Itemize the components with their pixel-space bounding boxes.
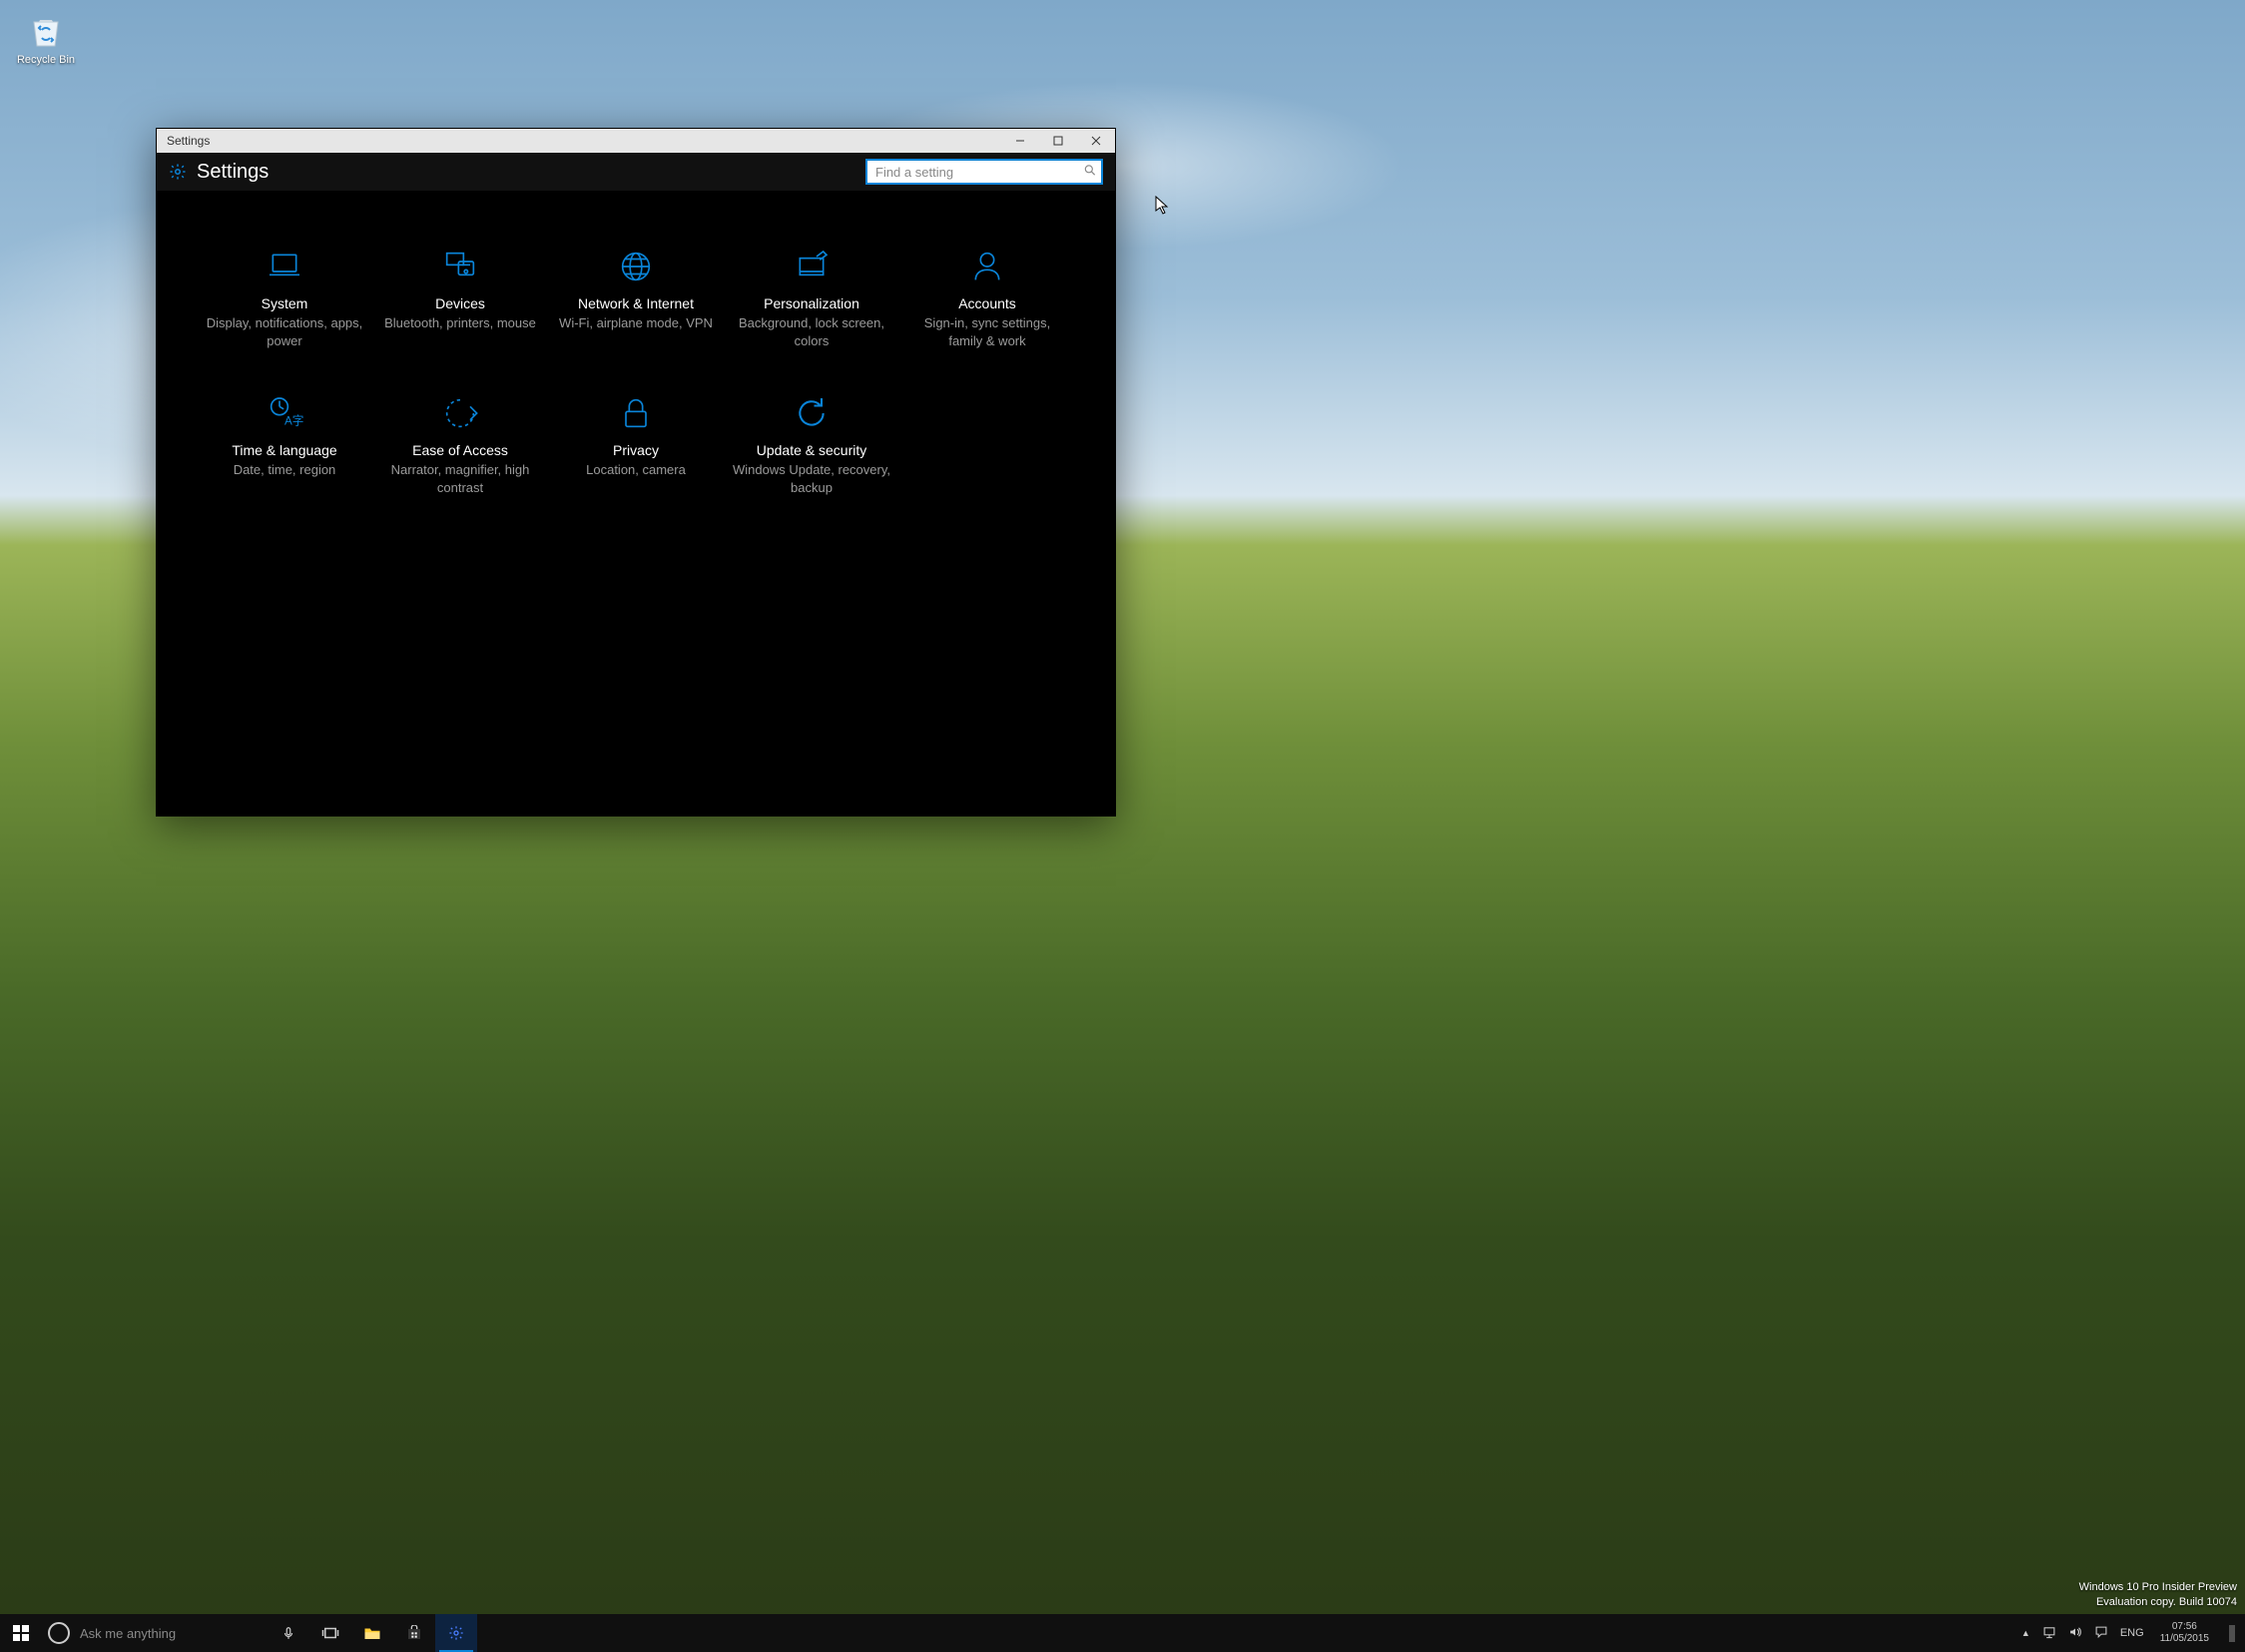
- laptop-icon: [205, 247, 364, 286]
- cortana-icon: [48, 1622, 70, 1644]
- gear-icon: [169, 163, 187, 181]
- category-personalization[interactable]: Personalization Background, lock screen,…: [732, 247, 891, 349]
- watermark-line2: Evaluation copy. Build 10074: [2079, 1595, 2237, 1610]
- settings-categories-grid: System Display, notifications, apps, pow…: [157, 191, 1115, 497]
- taskbar: Ask me anything ▲ E: [0, 1614, 2245, 1652]
- tray-volume-icon[interactable]: [2068, 1625, 2082, 1642]
- category-title: Network & Internet: [556, 294, 716, 312]
- category-desc: Display, notifications, apps, power: [205, 314, 364, 349]
- privacy-icon: [556, 393, 716, 433]
- mouse-cursor: [1155, 196, 1169, 216]
- taskbar-app-file-explorer[interactable]: [351, 1614, 393, 1652]
- clock-date: 11/05/2015: [2160, 1633, 2209, 1645]
- settings-window: Settings Settings: [156, 128, 1116, 817]
- devices-icon: [380, 247, 540, 286]
- category-desc: Date, time, region: [205, 461, 364, 479]
- desktop[interactable]: Recycle Bin Settings: [0, 0, 2245, 1652]
- category-title: System: [205, 294, 364, 312]
- category-network-internet[interactable]: Network & Internet Wi-Fi, airplane mode,…: [556, 247, 716, 349]
- category-system[interactable]: System Display, notifications, apps, pow…: [205, 247, 364, 349]
- start-button[interactable]: [0, 1614, 42, 1652]
- globe-icon: [556, 247, 716, 286]
- category-title: Time & language: [205, 441, 364, 459]
- category-title: Ease of Access: [380, 441, 540, 459]
- show-desktop-button[interactable]: [2229, 1625, 2235, 1642]
- desktop-icon-label: Recycle Bin: [12, 54, 80, 66]
- task-view-button[interactable]: [309, 1614, 351, 1652]
- category-desc: Background, lock screen, colors: [732, 314, 891, 349]
- cortana-mic-button[interactable]: [268, 1614, 309, 1652]
- category-title: Devices: [380, 294, 540, 312]
- category-accounts[interactable]: Accounts Sign-in, sync settings, family …: [907, 247, 1067, 349]
- category-desc: Windows Update, recovery, backup: [732, 461, 891, 496]
- category-time-language[interactable]: A字 Time & language Date, time, region: [205, 393, 364, 496]
- maximize-button[interactable]: [1039, 129, 1077, 153]
- watermark-line1: Windows 10 Pro Insider Preview: [2079, 1580, 2237, 1595]
- category-desc: Location, camera: [556, 461, 716, 479]
- minimize-button[interactable]: [1001, 129, 1039, 153]
- tray-show-hidden-icon[interactable]: ▲: [2021, 1628, 2030, 1638]
- settings-heading: Settings: [197, 161, 269, 184]
- category-privacy[interactable]: Privacy Location, camera: [556, 393, 716, 496]
- category-update-security[interactable]: Update & security Windows Update, recove…: [732, 393, 891, 496]
- accounts-icon: [907, 247, 1067, 286]
- settings-search-input[interactable]: [865, 159, 1103, 185]
- window-titlebar[interactable]: Settings: [157, 129, 1115, 153]
- ease-of-access-icon: [380, 393, 540, 433]
- search-icon: [1083, 164, 1097, 181]
- update-security-icon: [732, 393, 891, 433]
- tray-language-indicator[interactable]: ENG: [2120, 1627, 2144, 1639]
- category-desc: Wi-Fi, airplane mode, VPN: [556, 314, 716, 332]
- svg-text:A字: A字: [284, 414, 303, 428]
- settings-header: Settings: [157, 153, 1115, 191]
- category-ease-of-access[interactable]: Ease of Access Narrator, magnifier, high…: [380, 393, 540, 496]
- category-title: Personalization: [732, 294, 891, 312]
- category-desc: Sign-in, sync settings, family & work: [907, 314, 1067, 349]
- personalization-icon: [732, 247, 891, 286]
- category-desc: Narrator, magnifier, high contrast: [380, 461, 540, 496]
- category-desc: Bluetooth, printers, mouse: [380, 314, 540, 332]
- cortana-placeholder: Ask me anything: [80, 1626, 176, 1641]
- tray-action-center-icon[interactable]: [2094, 1625, 2108, 1642]
- window-title: Settings: [157, 134, 220, 148]
- category-title: Privacy: [556, 441, 716, 459]
- recycle-bin-icon: [12, 12, 80, 52]
- category-devices[interactable]: Devices Bluetooth, printers, mouse: [380, 247, 540, 349]
- category-title: Accounts: [907, 294, 1067, 312]
- tray-clock[interactable]: 07:56 11/05/2015: [2156, 1621, 2213, 1645]
- desktop-icon-recycle-bin[interactable]: Recycle Bin: [12, 12, 80, 66]
- taskbar-app-settings[interactable]: [435, 1614, 477, 1652]
- category-title: Update & security: [732, 441, 891, 459]
- tray-network-icon[interactable]: [2042, 1625, 2056, 1642]
- taskbar-app-store[interactable]: [393, 1614, 435, 1652]
- time-language-icon: A字: [205, 393, 364, 433]
- clock-time: 07:56: [2160, 1621, 2209, 1633]
- cortana-search-box[interactable]: Ask me anything: [42, 1614, 268, 1652]
- close-button[interactable]: [1077, 129, 1115, 153]
- windows-watermark: Windows 10 Pro Insider Preview Evaluatio…: [2079, 1580, 2237, 1610]
